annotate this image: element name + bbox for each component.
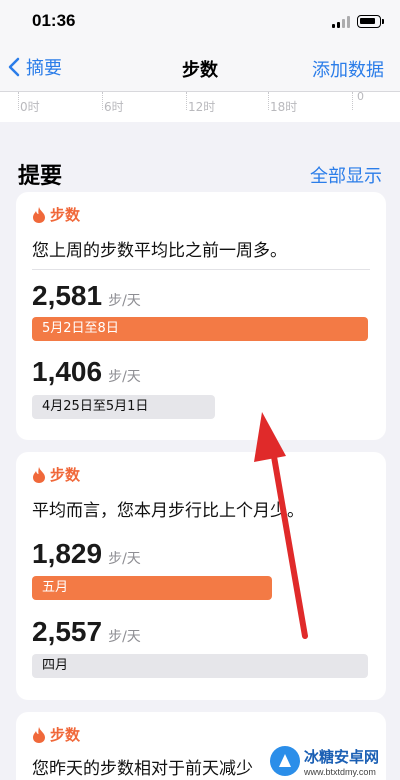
axis-label: 6时	[104, 100, 124, 114]
axis-tick	[186, 92, 187, 110]
watermark-url: www.btxtdmy.com	[304, 766, 376, 777]
stat-unit: 步/天	[108, 369, 141, 385]
flame-icon	[33, 466, 45, 483]
add-data-button[interactable]: 添加数据	[312, 56, 384, 82]
stat-unit: 步/天	[108, 293, 141, 309]
stat-value: 2,557	[32, 616, 103, 647]
stat-value: 1,829	[32, 538, 103, 569]
flame-icon	[33, 726, 45, 743]
flame-icon	[33, 206, 45, 223]
stat-unit: 步/天	[108, 551, 141, 567]
axis-tick	[352, 92, 353, 110]
card-category-label: 步数	[50, 726, 81, 744]
period-bar-current: 5月2日至8日	[32, 317, 368, 341]
signal-icon	[332, 16, 350, 28]
period-bar-previous: 4月25日至5月1日	[32, 395, 215, 419]
axis-tick	[18, 92, 19, 110]
stat-current: 1,829 步/天	[32, 538, 141, 570]
watermark-logo-icon	[270, 746, 300, 776]
axis-label: 0时	[20, 100, 40, 114]
watermark-title: 冰糖安卓网	[304, 747, 380, 766]
stat-previous: 1,406 步/天	[32, 356, 141, 388]
stat-value: 2,581	[32, 280, 103, 311]
highlight-card[interactable]: 步数 您上周的步数平均比之前一周多。 2,581 步/天 5月2日至8日 1,4…	[16, 192, 386, 440]
highlight-card[interactable]: 步数 平均而言，您本月步行比上个月少。 1,829 步/天 五月 2,557 步…	[16, 452, 386, 700]
status-time: 01:36	[32, 11, 76, 30]
chart-axis: 0时 6时 12时 18时 0	[0, 90, 400, 122]
stat-previous: 2,557 步/天	[32, 616, 141, 648]
show-all-link[interactable]: 全部显示	[310, 162, 382, 188]
card-description: 您上周的步数平均比之前一周多。	[32, 241, 287, 261]
axis-zero-label: 0	[357, 90, 364, 103]
axis-tick	[268, 92, 269, 110]
axis-label: 12时	[188, 100, 216, 114]
status-bar: 01:36	[0, 0, 400, 44]
stat-unit: 步/天	[108, 629, 141, 645]
watermark: 冰糖安卓网 www.btxtdmy.com	[270, 742, 400, 780]
stat-current: 2,581 步/天	[32, 280, 141, 312]
card-category-label: 步数	[50, 206, 81, 224]
divider	[32, 269, 370, 270]
period-bar-current: 五月	[32, 576, 272, 600]
battery-icon	[357, 15, 384, 28]
card-description: 平均而言，您本月步行比上个月少。	[32, 501, 304, 521]
card-category: 步数	[32, 464, 80, 485]
stat-value: 1,406	[32, 356, 103, 387]
period-bar-previous: 四月	[32, 654, 368, 678]
axis-label: 18时	[270, 100, 298, 114]
card-category: 步数	[32, 724, 80, 745]
card-category: 步数	[32, 204, 80, 225]
section-title: 提要	[18, 164, 63, 189]
axis-tick	[102, 92, 103, 110]
nav-bar: 摘要 步数 添加数据	[0, 44, 400, 92]
card-description: 您昨天的步数相对于前天减少	[32, 759, 253, 779]
card-category-label: 步数	[50, 466, 81, 484]
